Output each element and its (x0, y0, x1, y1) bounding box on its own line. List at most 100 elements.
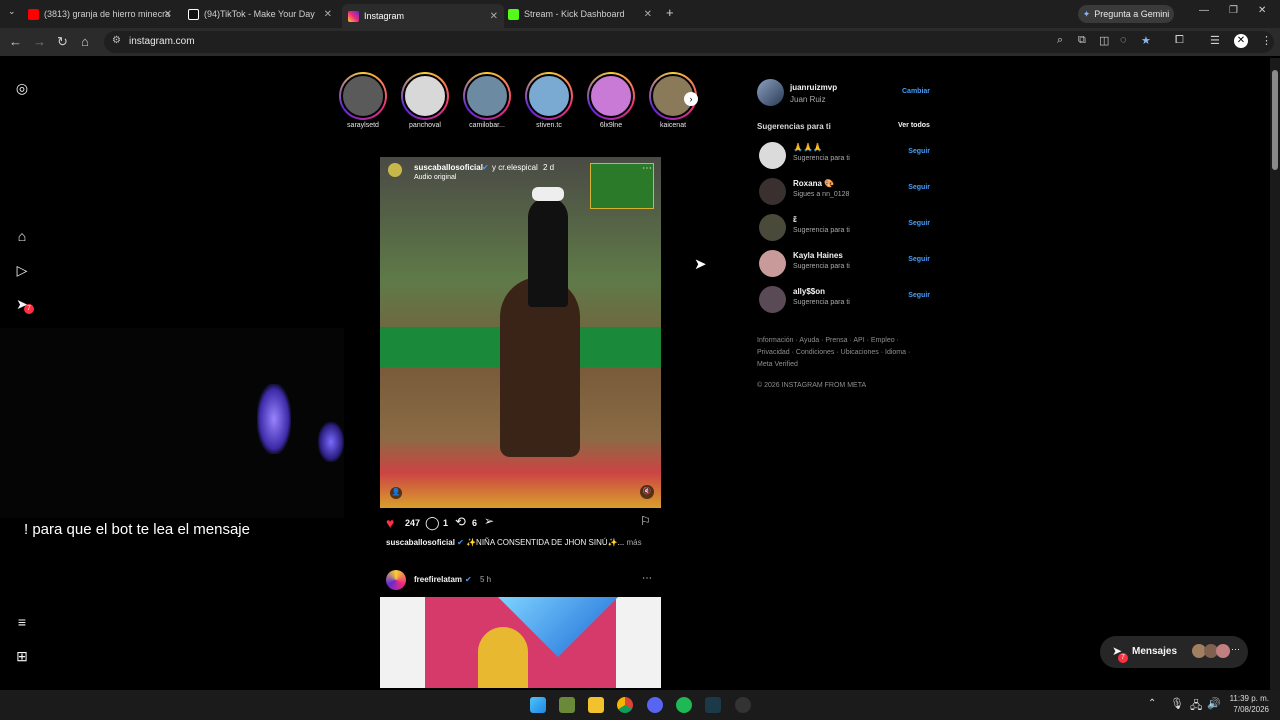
apps-grid-icon[interactable]: ⊞ (14, 648, 30, 665)
scrollbar[interactable] (1270, 58, 1280, 690)
tab-tiktok[interactable]: (94)TikTok - Make Your Day ✕ (188, 4, 338, 24)
stories-next-icon[interactable]: › (684, 92, 698, 106)
follow-button[interactable]: Seguir (908, 292, 930, 299)
likes-count[interactable]: 247 (405, 518, 420, 528)
reposts-count[interactable]: 6 (472, 518, 477, 528)
post-media[interactable]: suscaballosoficial ✔ y cr.elespical 2 d … (380, 157, 661, 508)
suggestion-name[interactable]: Kayla Haines (793, 251, 843, 260)
caption-more-link[interactable]: más (627, 538, 642, 547)
close-icon[interactable]: ✕ (490, 11, 498, 22)
share-icon[interactable]: ➢ (484, 514, 494, 528)
home-nav-icon[interactable]: ⌂ (14, 228, 30, 244)
bookmark-star-icon[interactable]: ★ (1141, 34, 1151, 47)
follow-button[interactable]: Seguir (908, 256, 930, 263)
suggestion-avatar[interactable] (759, 250, 786, 277)
suggestion-name[interactable]: ally$$on (793, 287, 825, 296)
messages-button[interactable]: ➤ 7 Mensajes ⋯ (1100, 636, 1248, 668)
clock-date[interactable]: 7/08/2026 (1227, 705, 1269, 714)
caption-username[interactable]: suscaballosoficial (386, 538, 455, 547)
cast-icon[interactable]: ◫ (1099, 34, 1109, 47)
forward-arrow-icon[interactable]: → (33, 34, 46, 49)
app-icon[interactable] (735, 697, 751, 713)
close-window-icon[interactable]: ✕ (1258, 5, 1266, 16)
comment-icon[interactable]: ◯ (425, 515, 440, 531)
post2-media[interactable] (380, 597, 661, 688)
save-bookmark-icon[interactable]: ⚐ (640, 514, 651, 528)
network-icon[interactable]: 🖧 (1190, 697, 1202, 716)
back-arrow-icon[interactable]: ← (9, 34, 22, 49)
footer-links[interactable]: Información · Ayuda · Prensa · API · Emp… (757, 337, 899, 344)
volume-icon[interactable]: 🔊 (1207, 697, 1221, 710)
tagged-user-icon[interactable]: 👤 (390, 487, 402, 499)
story-item[interactable]: 6lx9lne (585, 72, 637, 129)
story-item[interactable]: panchoval (399, 72, 451, 129)
post-collab[interactable]: y cr.elespical (492, 163, 538, 172)
close-icon[interactable]: ✕ (644, 9, 652, 20)
discord-icon[interactable] (647, 697, 663, 713)
see-all-link[interactable]: Ver todos (898, 122, 930, 129)
url-text[interactable]: instagram.com (129, 36, 195, 47)
suggestion-avatar[interactable] (759, 178, 786, 205)
footer-links[interactable]: Privacidad · Condiciones · Ubicaciones ·… (757, 349, 910, 356)
follow-button[interactable]: Seguir (908, 220, 930, 227)
minecraft-icon[interactable] (559, 697, 575, 713)
story-item[interactable]: camilobar... (461, 72, 513, 129)
story-item[interactable]: saraylsetd (337, 72, 389, 129)
comments-count[interactable]: 1 (443, 518, 448, 528)
tray-chevron-icon[interactable]: ⌃ (1148, 698, 1156, 709)
chrome-icon[interactable] (617, 697, 633, 713)
reading-list-icon[interactable]: ☰ (1210, 34, 1220, 47)
close-icon[interactable]: ✕ (164, 9, 172, 20)
suggestion-avatar[interactable] (759, 214, 786, 241)
reels-nav-icon[interactable]: ▷ (14, 262, 30, 279)
restore-icon[interactable]: ❐ (1229, 5, 1238, 16)
capcut-icon[interactable] (705, 697, 721, 713)
suggestion-avatar[interactable] (759, 286, 786, 313)
follow-button[interactable]: Seguir (908, 148, 930, 155)
spotify-icon[interactable] (676, 697, 692, 713)
switch-account-link[interactable]: Cambiar (902, 88, 930, 95)
tab-youtube[interactable]: (3813) granja de hierro minecra ✕ (28, 4, 178, 24)
new-tab-plus-icon[interactable]: + (666, 5, 674, 20)
hide-icon[interactable]: ◌ (1120, 34, 1127, 46)
scrollbar-thumb[interactable] (1272, 70, 1278, 170)
reload-icon[interactable]: ↻ (57, 34, 68, 50)
suggestion-name[interactable]: ɛ̃ (793, 215, 797, 224)
clock-time[interactable]: 11:39 p. m. (1227, 694, 1269, 703)
more-menu-icon[interactable]: ≡ (14, 614, 30, 630)
follow-button[interactable]: Seguir (908, 184, 930, 191)
install-app-icon[interactable]: ⧉ (1078, 34, 1086, 47)
microphone-icon[interactable]: 🎙 (1170, 697, 1184, 710)
footer-links[interactable]: Meta Verified (757, 361, 798, 368)
mute-icon[interactable]: 🔇 (640, 485, 654, 499)
zoom-search-icon[interactable]: ⌕ (1057, 34, 1063, 47)
profile-avatar[interactable] (757, 79, 784, 106)
suggestion-avatar[interactable] (759, 142, 786, 169)
story-item[interactable]: stiven.tc (523, 72, 575, 129)
suggestion-name[interactable]: Roxana 🎨 (793, 179, 834, 188)
suggestion-name[interactable]: 🙏🙏🙏 (793, 143, 823, 152)
post-username[interactable]: suscaballosoficial (414, 163, 483, 172)
tab-kick[interactable]: Stream - Kick Dashboard ✕ (508, 4, 658, 24)
gemini-button[interactable]: ✦ Pregunta a Gemini (1078, 5, 1174, 23)
file-explorer-icon[interactable] (588, 697, 604, 713)
post2-avatar[interactable] (386, 570, 406, 590)
site-info-icon[interactable]: ⚙ (112, 35, 121, 46)
home-icon[interactable]: ⌂ (81, 34, 89, 49)
audio-label[interactable]: Audio original (414, 174, 456, 181)
instagram-logo-icon[interactable]: ◎ (14, 80, 30, 97)
profile-avatar-icon[interactable]: ✕ (1234, 34, 1248, 48)
repost-icon[interactable]: ⟲ (455, 514, 466, 530)
minimize-icon[interactable]: — (1199, 5, 1209, 16)
profile-username[interactable]: juanruizmvp (790, 83, 837, 92)
post2-more-icon[interactable]: ⋯ (642, 573, 652, 584)
post-more-icon[interactable]: ⋯ (642, 163, 652, 174)
post2-username[interactable]: freefirelatam (414, 575, 462, 584)
tab-instagram[interactable]: Instagram ✕ (342, 4, 504, 28)
close-icon[interactable]: ✕ (324, 9, 332, 20)
like-heart-icon[interactable]: ♥ (386, 515, 394, 531)
tab-search-chevron-icon[interactable]: ⌄ (8, 6, 16, 17)
extensions-icon[interactable]: ⧠ (1175, 34, 1184, 47)
menu-dots-icon[interactable]: ⋮ (1261, 34, 1272, 47)
post-avatar[interactable] (388, 163, 402, 177)
